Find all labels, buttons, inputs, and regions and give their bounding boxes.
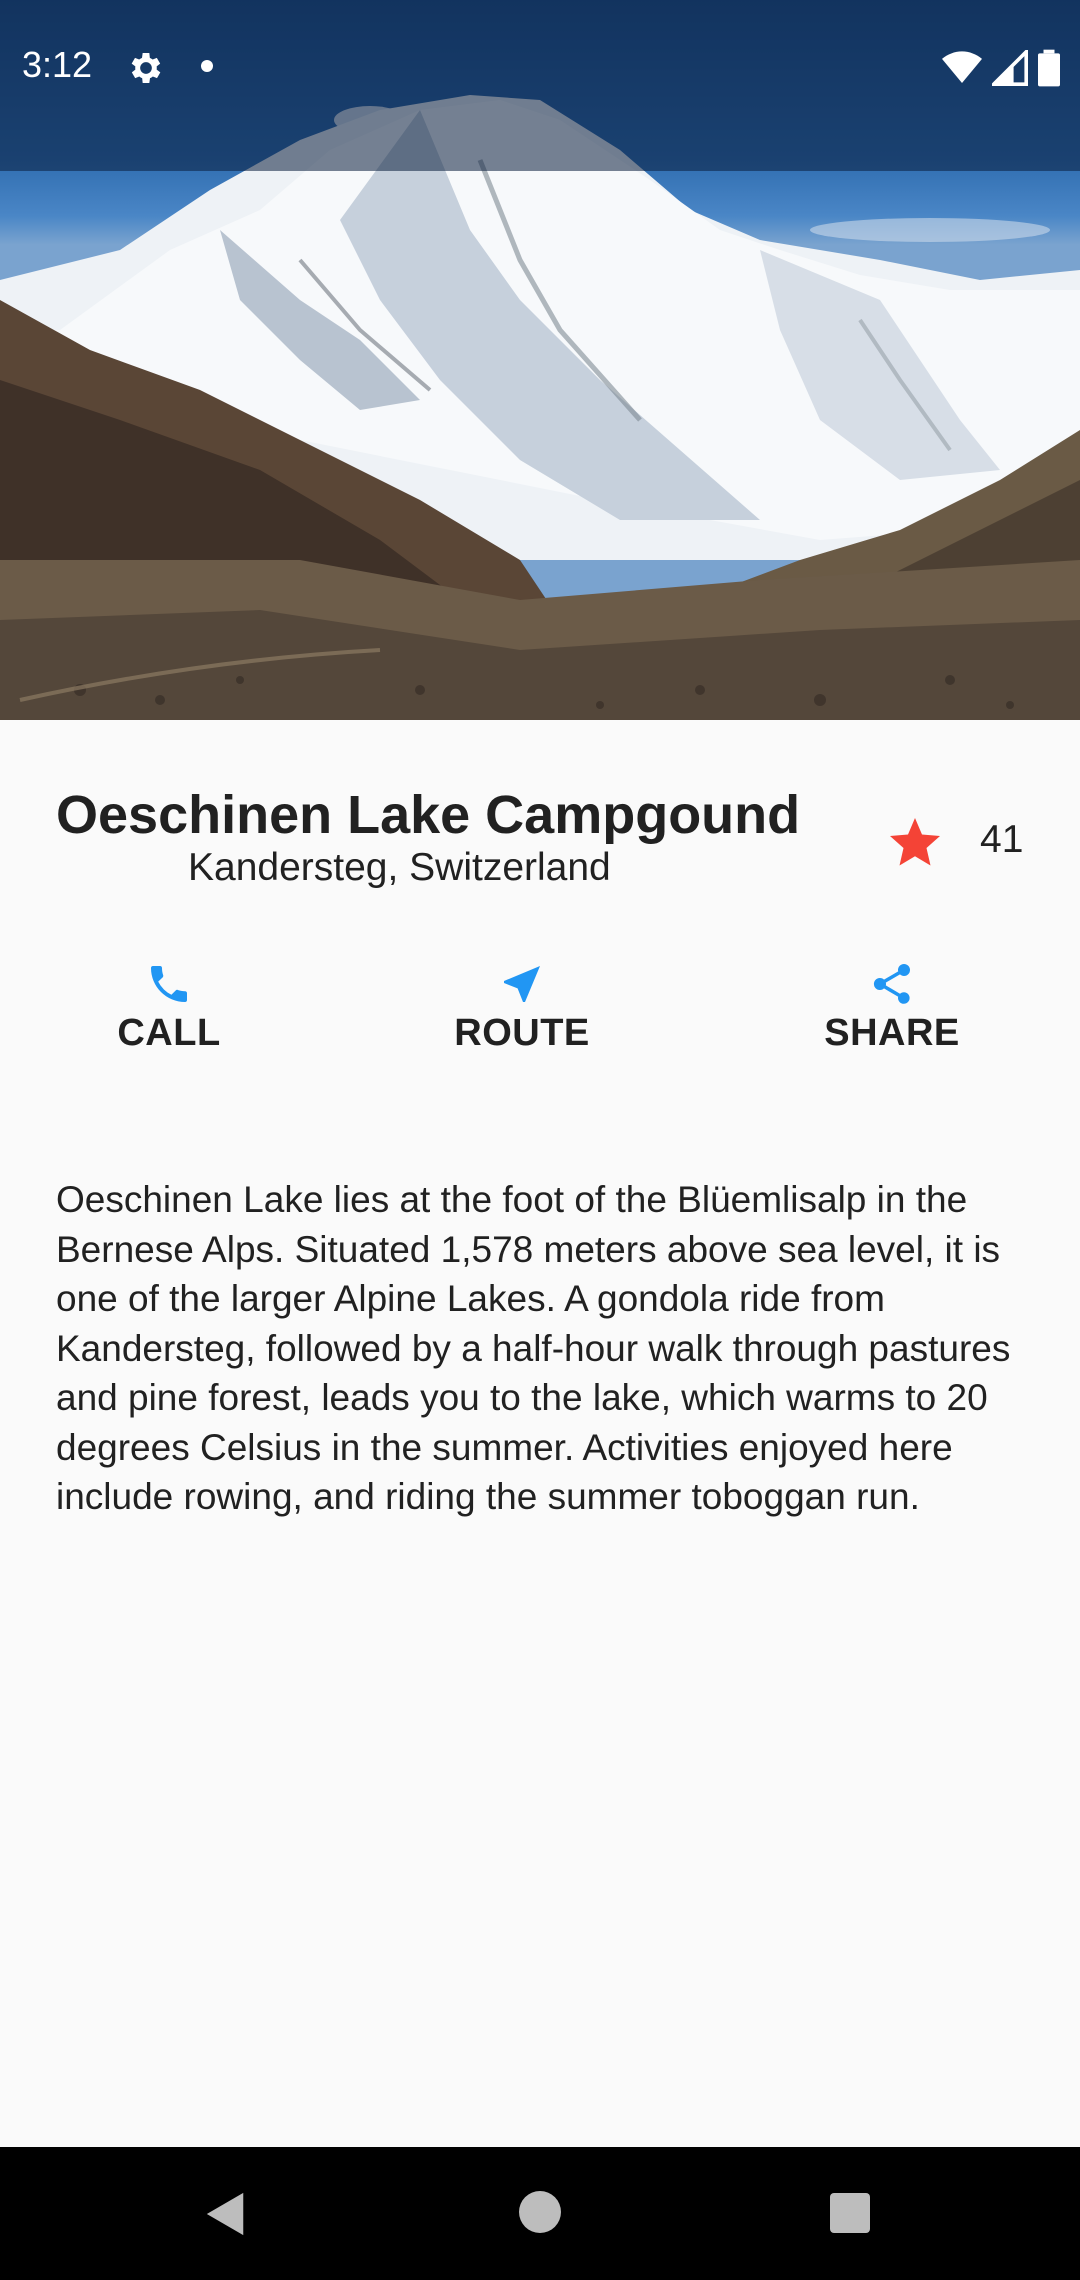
place-description: Oeschinen Lake lies at the foot of the B… bbox=[56, 1179, 1011, 1517]
place-title: Oeschinen Lake Campgound bbox=[56, 785, 801, 845]
home-icon[interactable] bbox=[519, 2191, 561, 2233]
call-button[interactable]: CALL bbox=[49, 960, 289, 1070]
navigation-arrow-icon bbox=[504, 966, 540, 1002]
share-button[interactable]: SHARE bbox=[772, 960, 1012, 1070]
star-icon[interactable] bbox=[885, 813, 945, 873]
place-location: Kandersteg, Switzerland bbox=[188, 846, 611, 889]
battery-icon bbox=[1038, 49, 1060, 87]
phone-icon bbox=[151, 966, 187, 1002]
wifi-icon bbox=[942, 51, 982, 83]
signal-icon bbox=[992, 50, 1028, 86]
navigation-bar bbox=[0, 2147, 1080, 2280]
gear-icon bbox=[131, 53, 161, 83]
back-icon[interactable] bbox=[204, 2191, 248, 2237]
status-right-icons bbox=[942, 48, 1060, 88]
status-time: 3:12 bbox=[22, 44, 93, 85]
share-label: SHARE bbox=[824, 1012, 960, 1054]
notification-dot-icon bbox=[201, 60, 213, 72]
route-label: ROUTE bbox=[454, 1012, 590, 1054]
status-bar: 3:12 bbox=[0, 0, 1080, 171]
route-button[interactable]: ROUTE bbox=[402, 960, 642, 1070]
recents-icon[interactable] bbox=[830, 2193, 870, 2233]
call-label: CALL bbox=[117, 1012, 221, 1054]
favorite-count: 41 bbox=[980, 818, 1024, 861]
share-icon bbox=[873, 964, 910, 1004]
